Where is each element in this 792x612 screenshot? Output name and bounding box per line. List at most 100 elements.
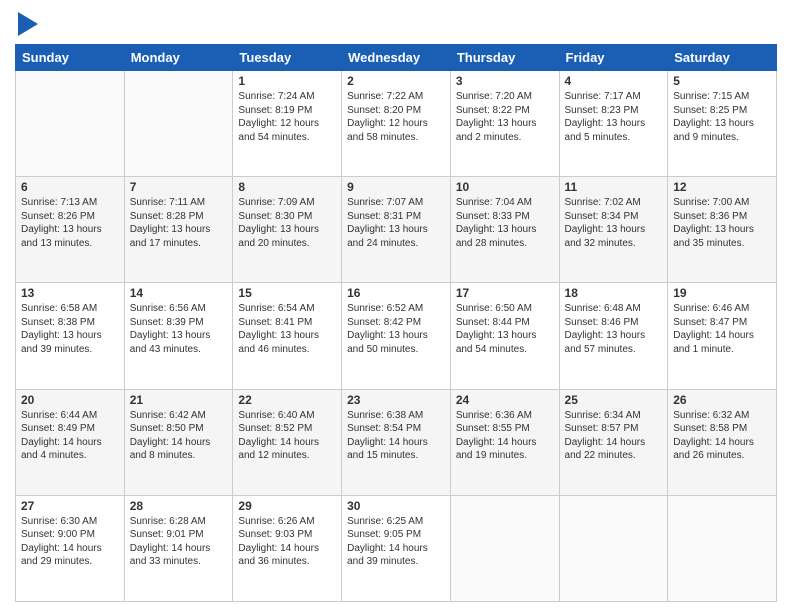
day-number: 4 [565, 74, 663, 88]
cell-info: Sunrise: 6:46 AM Sunset: 8:47 PM Dayligh… [673, 302, 771, 356]
calendar-cell: 19 Sunrise: 6:46 AM Sunset: 8:47 PM Dayli… [668, 283, 777, 389]
day-number: 25 [565, 393, 663, 407]
cell-info: Sunrise: 6:48 AM Sunset: 8:46 PM Dayligh… [565, 302, 663, 356]
calendar-cell: 3 Sunrise: 7:20 AM Sunset: 8:22 PM Daylig… [450, 71, 559, 177]
day-number: 11 [565, 180, 663, 194]
calendar-week-row: 6 Sunrise: 7:13 AM Sunset: 8:26 PM Daylig… [16, 177, 777, 283]
day-number: 2 [347, 74, 445, 88]
day-number: 19 [673, 286, 771, 300]
calendar-cell [16, 71, 125, 177]
calendar-cell: 8 Sunrise: 7:09 AM Sunset: 8:30 PM Daylig… [233, 177, 342, 283]
calendar-cell: 9 Sunrise: 7:07 AM Sunset: 8:31 PM Daylig… [342, 177, 451, 283]
calendar-cell: 1 Sunrise: 7:24 AM Sunset: 8:19 PM Daylig… [233, 71, 342, 177]
calendar-cell: 14 Sunrise: 6:56 AM Sunset: 8:39 PM Dayli… [124, 283, 233, 389]
calendar-cell: 26Sunrise: 6:32 AM Sunset: 8:58 PM Dayli… [668, 389, 777, 495]
cell-info: Sunrise: 7:20 AM Sunset: 8:22 PM Dayligh… [456, 90, 554, 144]
cell-info: Sunrise: 6:28 AM Sunset: 9:01 PM Dayligh… [130, 515, 228, 569]
cell-info: Sunrise: 7:11 AM Sunset: 8:28 PM Dayligh… [130, 196, 228, 250]
calendar-cell: 24 Sunrise: 6:36 AM Sunset: 8:55 PM Dayli… [450, 389, 559, 495]
cell-info: Sunrise: 6:52 AM Sunset: 8:42 PM Dayligh… [347, 302, 445, 356]
day-number: 7 [130, 180, 228, 194]
cell-info: Sunrise: 6:36 AM Sunset: 8:55 PM Dayligh… [456, 409, 554, 463]
cell-info: Sunrise: 6:38 AM Sunset: 8:54 PM Dayligh… [347, 409, 445, 463]
calendar-cell: 23 Sunrise: 6:38 AM Sunset: 8:54 PM Dayli… [342, 389, 451, 495]
day-number: 10 [456, 180, 554, 194]
col-header-friday: Friday [559, 45, 668, 71]
day-number: 16 [347, 286, 445, 300]
day-number: 17 [456, 286, 554, 300]
logo-icon [18, 12, 38, 36]
calendar-cell [668, 495, 777, 601]
calendar-week-row: 1 Sunrise: 7:24 AM Sunset: 8:19 PM Daylig… [16, 71, 777, 177]
col-header-tuesday: Tuesday [233, 45, 342, 71]
day-number: 8 [238, 180, 336, 194]
day-number: 24 [456, 393, 554, 407]
day-number: 1 [238, 74, 336, 88]
day-number: 3 [456, 74, 554, 88]
cell-info: Sunrise: 7:24 AM Sunset: 8:19 PM Dayligh… [238, 90, 336, 144]
day-number: 5 [673, 74, 771, 88]
calendar-cell: 30Sunrise: 6:25 AM Sunset: 9:05 PM Dayli… [342, 495, 451, 601]
calendar-cell: 27 Sunrise: 6:30 AM Sunset: 9:00 PM Dayli… [16, 495, 125, 601]
cell-info: Sunrise: 7:13 AM Sunset: 8:26 PM Dayligh… [21, 196, 119, 250]
col-header-thursday: Thursday [450, 45, 559, 71]
day-number: 29 [238, 499, 336, 513]
day-number: 6 [21, 180, 119, 194]
cell-info: Sunrise: 7:00 AM Sunset: 8:36 PM Dayligh… [673, 196, 771, 250]
day-number: 9 [347, 180, 445, 194]
calendar-cell: 16 Sunrise: 6:52 AM Sunset: 8:42 PM Dayli… [342, 283, 451, 389]
col-header-monday: Monday [124, 45, 233, 71]
calendar-cell: 5 Sunrise: 7:15 AM Sunset: 8:25 PM Daylig… [668, 71, 777, 177]
cell-info: Sunrise: 6:34 AM Sunset: 8:57 PM Dayligh… [565, 409, 663, 463]
calendar-week-row: 13 Sunrise: 6:58 AM Sunset: 8:38 PM Dayli… [16, 283, 777, 389]
cell-info: Sunrise: 7:04 AM Sunset: 8:33 PM Dayligh… [456, 196, 554, 250]
calendar-cell: 4 Sunrise: 7:17 AM Sunset: 8:23 PM Daylig… [559, 71, 668, 177]
cell-info: Sunrise: 6:58 AM Sunset: 8:38 PM Dayligh… [21, 302, 119, 356]
calendar-table: SundayMondayTuesdayWednesdayThursdayFrid… [15, 44, 777, 602]
day-number: 28 [130, 499, 228, 513]
cell-info: Sunrise: 7:02 AM Sunset: 8:34 PM Dayligh… [565, 196, 663, 250]
calendar-week-row: 20 Sunrise: 6:44 AM Sunset: 8:49 PM Dayli… [16, 389, 777, 495]
calendar-cell: 6 Sunrise: 7:13 AM Sunset: 8:26 PM Daylig… [16, 177, 125, 283]
cell-info: Sunrise: 7:17 AM Sunset: 8:23 PM Dayligh… [565, 90, 663, 144]
cell-info: Sunrise: 7:15 AM Sunset: 8:25 PM Dayligh… [673, 90, 771, 144]
cell-info: Sunrise: 6:30 AM Sunset: 9:00 PM Dayligh… [21, 515, 119, 569]
calendar-cell: 15 Sunrise: 6:54 AM Sunset: 8:41 PM Dayli… [233, 283, 342, 389]
calendar-cell: 10 Sunrise: 7:04 AM Sunset: 8:33 PM Dayli… [450, 177, 559, 283]
calendar-cell: 28 Sunrise: 6:28 AM Sunset: 9:01 PM Dayli… [124, 495, 233, 601]
cell-info: Sunrise: 6:56 AM Sunset: 8:39 PM Dayligh… [130, 302, 228, 356]
calendar-header-row: SundayMondayTuesdayWednesdayThursdayFrid… [16, 45, 777, 71]
day-number: 23 [347, 393, 445, 407]
calendar-cell [559, 495, 668, 601]
cell-info: Sunrise: 6:54 AM Sunset: 8:41 PM Dayligh… [238, 302, 336, 356]
calendar-cell: 29Sunrise: 6:26 AM Sunset: 9:03 PM Dayli… [233, 495, 342, 601]
day-number: 27 [21, 499, 119, 513]
day-number: 22 [238, 393, 336, 407]
cell-info: Sunrise: 7:09 AM Sunset: 8:30 PM Dayligh… [238, 196, 336, 250]
day-number: 18 [565, 286, 663, 300]
page: SundayMondayTuesdayWednesdayThursdayFrid… [0, 0, 792, 612]
day-number: 14 [130, 286, 228, 300]
calendar-cell: 25 Sunrise: 6:34 AM Sunset: 8:57 PM Dayli… [559, 389, 668, 495]
day-number: 30 [347, 499, 445, 513]
calendar-week-row: 27 Sunrise: 6:30 AM Sunset: 9:00 PM Dayli… [16, 495, 777, 601]
calendar-cell: 7 Sunrise: 7:11 AM Sunset: 8:28 PM Daylig… [124, 177, 233, 283]
cell-info: Sunrise: 6:50 AM Sunset: 8:44 PM Dayligh… [456, 302, 554, 356]
cell-info: Sunrise: 6:42 AM Sunset: 8:50 PM Dayligh… [130, 409, 228, 463]
col-header-sunday: Sunday [16, 45, 125, 71]
col-header-saturday: Saturday [668, 45, 777, 71]
calendar-cell: 12Sunrise: 7:00 AM Sunset: 8:36 PM Dayli… [668, 177, 777, 283]
day-number: 13 [21, 286, 119, 300]
cell-info: Sunrise: 6:32 AM Sunset: 8:58 PM Dayligh… [673, 409, 771, 463]
calendar-cell: 2 Sunrise: 7:22 AM Sunset: 8:20 PM Daylig… [342, 71, 451, 177]
day-number: 15 [238, 286, 336, 300]
header [15, 10, 777, 36]
cell-info: Sunrise: 7:07 AM Sunset: 8:31 PM Dayligh… [347, 196, 445, 250]
cell-info: Sunrise: 6:44 AM Sunset: 8:49 PM Dayligh… [21, 409, 119, 463]
calendar-cell [450, 495, 559, 601]
col-header-wednesday: Wednesday [342, 45, 451, 71]
calendar-cell: 21Sunrise: 6:42 AM Sunset: 8:50 PM Dayli… [124, 389, 233, 495]
cell-info: Sunrise: 7:22 AM Sunset: 8:20 PM Dayligh… [347, 90, 445, 144]
day-number: 20 [21, 393, 119, 407]
calendar-cell: 22Sunrise: 6:40 AM Sunset: 8:52 PM Dayli… [233, 389, 342, 495]
